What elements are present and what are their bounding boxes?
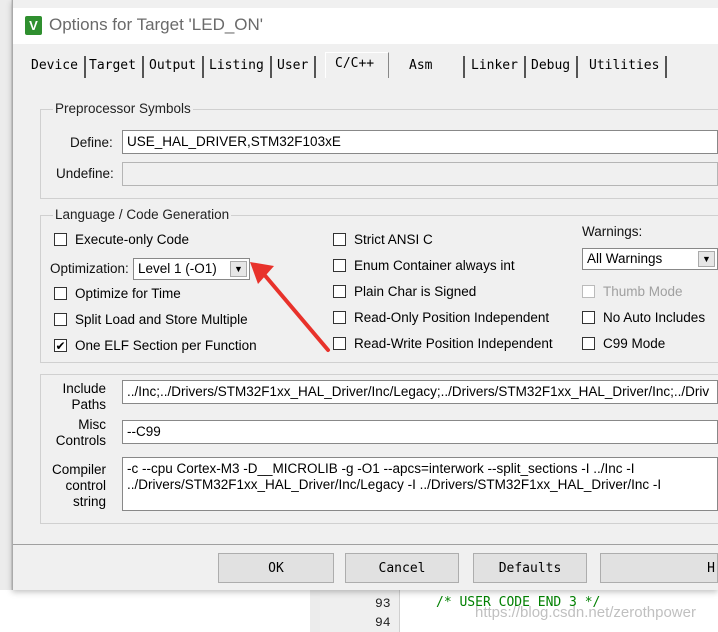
annotation-arrow (250, 262, 330, 352)
